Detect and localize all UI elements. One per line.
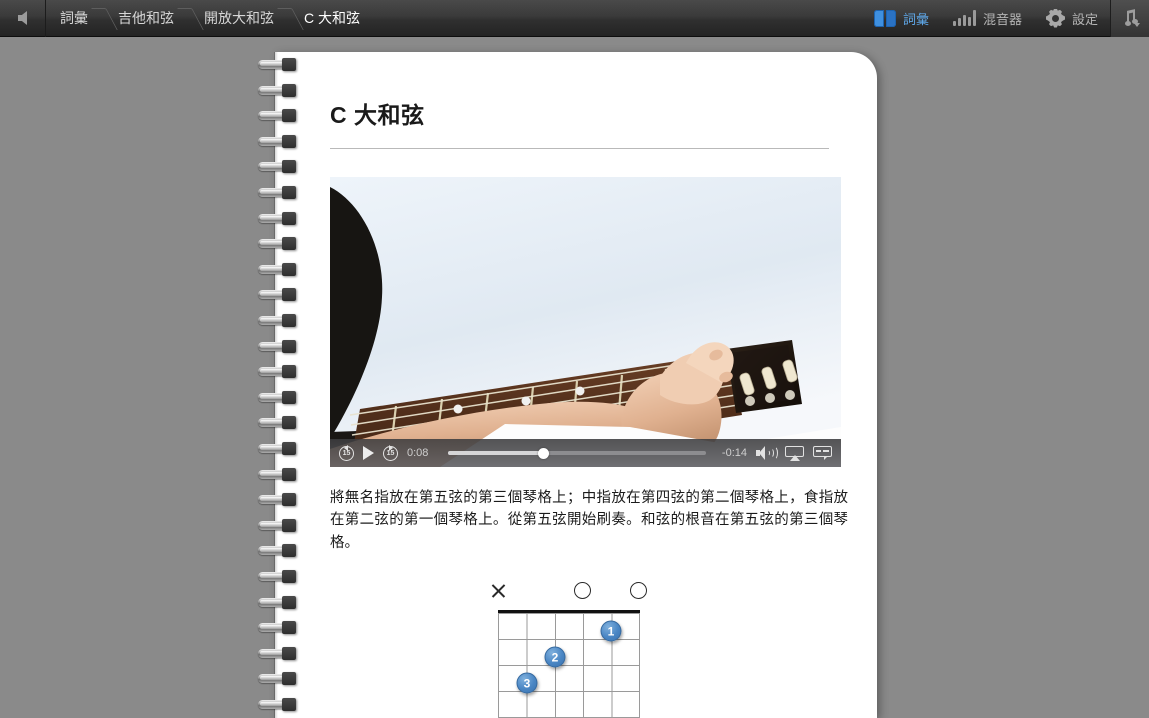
chord-diagram: 1 2 3 bbox=[498, 582, 698, 718]
volume-icon bbox=[756, 446, 778, 460]
breadcrumb-item-guitar-chords[interactable]: 吉他和弦 bbox=[104, 0, 190, 37]
subtitles-button[interactable] bbox=[813, 446, 832, 460]
current-time: 0:08 bbox=[407, 447, 429, 459]
back-arrow-icon bbox=[18, 11, 27, 25]
binding-ring bbox=[258, 211, 298, 225]
binding-spine bbox=[274, 52, 278, 718]
binding-ring bbox=[258, 58, 298, 71]
binding-ring bbox=[258, 595, 298, 609]
back-button[interactable] bbox=[0, 0, 46, 37]
chord-finger-dot-1: 1 bbox=[600, 620, 622, 642]
binding-ring bbox=[258, 570, 298, 583]
binding-ring bbox=[258, 109, 298, 123]
mixer-icon bbox=[952, 10, 976, 26]
chord-mark-open-string-6 bbox=[630, 582, 647, 600]
spiral-binding bbox=[258, 52, 300, 718]
binding-ring bbox=[258, 493, 298, 507]
binding-ring bbox=[258, 262, 298, 276]
binding-ring bbox=[258, 134, 298, 148]
page-title: C 大和弦 bbox=[330, 102, 425, 128]
toolbar-item-mixer[interactable]: 混音器 bbox=[941, 0, 1034, 37]
skip-back-15-button[interactable]: 15 bbox=[339, 444, 354, 461]
scrubber-fill bbox=[448, 451, 544, 455]
scrubber-handle[interactable] bbox=[538, 447, 550, 459]
binding-ring bbox=[258, 237, 298, 251]
binding-ring bbox=[258, 186, 298, 199]
airplay-icon bbox=[785, 445, 804, 461]
chord-finger-dot-3: 3 bbox=[516, 672, 538, 694]
breadcrumb-item-glossary[interactable]: 詞彙 bbox=[46, 0, 104, 37]
airplay-button[interactable] bbox=[785, 445, 804, 461]
breadcrumb-label: C 大和弦 bbox=[304, 10, 360, 26]
toolbar-item-label: 設定 bbox=[1071, 11, 1098, 27]
binding-ring bbox=[258, 390, 298, 404]
binding-ring bbox=[258, 698, 298, 711]
binding-ring bbox=[258, 365, 298, 379]
breadcrumb: 詞彙 吉他和弦 開放大和弦 C 大和弦 bbox=[46, 0, 376, 37]
toolbar-actions: 詞彙 混音器 設定 bbox=[862, 0, 1149, 37]
binding-ring bbox=[258, 672, 298, 686]
toolbar-item-glossary[interactable]: 詞彙 bbox=[862, 0, 941, 37]
title-divider bbox=[330, 148, 829, 149]
breadcrumb-label: 詞彙 bbox=[60, 10, 88, 26]
binding-ring bbox=[258, 544, 298, 558]
chord-mark-open-string-4 bbox=[574, 582, 591, 600]
chord-description: 將無名指放在第五弦的第三個琴格上；中指放在第四弦的第二個琴格上，食指放在第二弦的… bbox=[330, 490, 848, 551]
play-button[interactable] bbox=[363, 446, 374, 460]
book-icon bbox=[873, 9, 896, 27]
subtitles-icon bbox=[813, 446, 832, 460]
music-note-button[interactable] bbox=[1110, 0, 1149, 37]
chord-mark-muted-string-1 bbox=[490, 582, 507, 599]
forward-15-icon: 15 bbox=[383, 444, 398, 461]
scrubber[interactable] bbox=[448, 447, 706, 459]
chord-open-marks bbox=[498, 582, 698, 610]
music-note-icon bbox=[1121, 9, 1140, 27]
binding-ring bbox=[258, 621, 298, 635]
toolbar-item-label: 詞彙 bbox=[902, 11, 929, 27]
binding-ring bbox=[258, 442, 298, 455]
volume-button[interactable] bbox=[756, 446, 778, 460]
breadcrumb-item-c-major[interactable]: C 大和弦 bbox=[290, 0, 376, 37]
binding-ring bbox=[258, 646, 298, 660]
chord-finger-dot-2: 2 bbox=[544, 646, 566, 668]
binding-ring bbox=[258, 518, 298, 532]
binding-ring bbox=[258, 314, 298, 327]
notebook-page: C 大和弦 15 15 0:08 -0:14 將無名指放在第五弦的第三個琴格上；… bbox=[275, 52, 877, 718]
binding-ring bbox=[258, 467, 298, 481]
gear-icon bbox=[1046, 9, 1065, 28]
binding-ring bbox=[258, 339, 298, 353]
binding-ring bbox=[258, 160, 298, 174]
remaining-time: -0:14 bbox=[721, 447, 747, 459]
video-player[interactable]: 15 15 0:08 -0:14 bbox=[330, 177, 841, 467]
rewind-15-icon: 15 bbox=[339, 444, 354, 461]
play-icon bbox=[363, 446, 374, 460]
top-toolbar: 詞彙 吉他和弦 開放大和弦 C 大和弦 詞彙 混音器 設定 bbox=[0, 0, 1149, 37]
video-controls: 15 15 0:08 -0:14 bbox=[330, 439, 841, 467]
skip-forward-15-button[interactable]: 15 bbox=[383, 444, 398, 461]
toolbar-item-label: 混音器 bbox=[982, 11, 1022, 27]
binding-ring bbox=[258, 83, 298, 97]
chord-fretboard-grid: 1 2 3 bbox=[498, 613, 640, 718]
binding-ring bbox=[258, 288, 298, 302]
binding-ring bbox=[258, 416, 298, 430]
breadcrumb-label: 吉他和弦 bbox=[118, 10, 174, 26]
toolbar-item-settings[interactable]: 設定 bbox=[1034, 0, 1110, 37]
breadcrumb-label: 開放大和弦 bbox=[204, 10, 274, 26]
breadcrumb-item-open-major-chords[interactable]: 開放大和弦 bbox=[190, 0, 290, 37]
video-still-image bbox=[330, 177, 841, 467]
